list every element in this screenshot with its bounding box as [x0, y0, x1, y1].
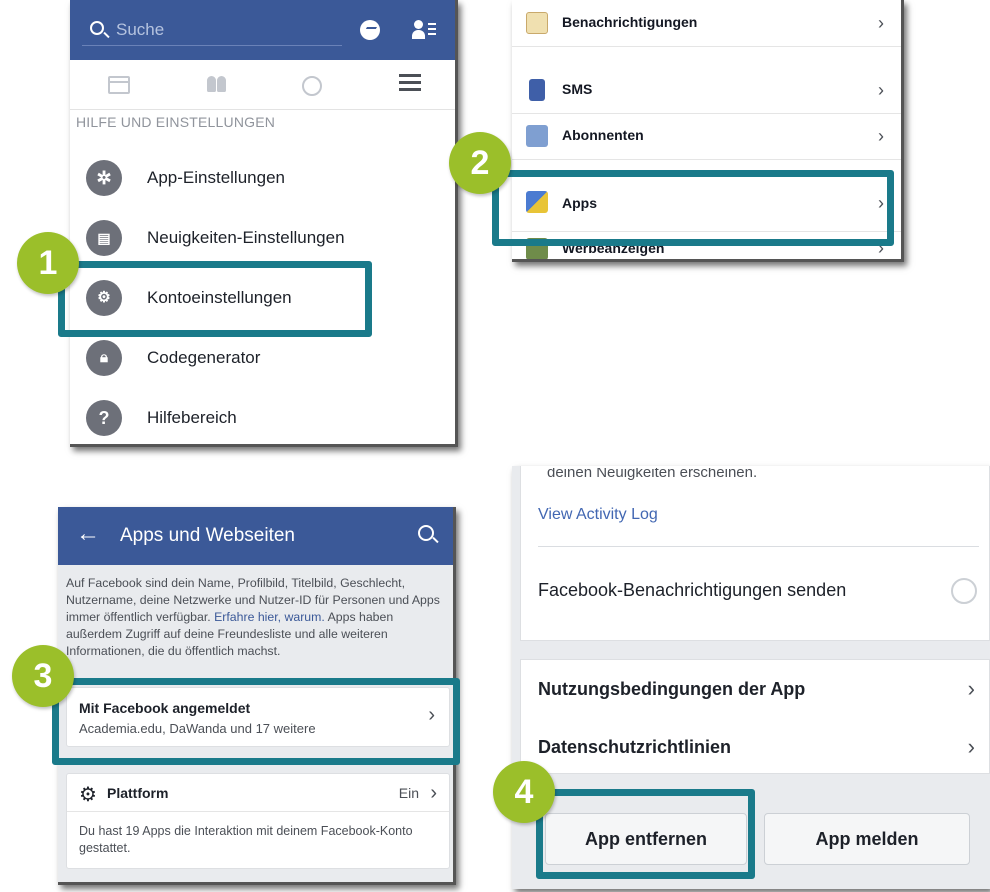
chevron-right-icon: ›: [878, 13, 884, 33]
gear-icon: ⚙: [79, 784, 97, 806]
search-placeholder: Suche: [116, 20, 165, 39]
menu-item-help[interactable]: ? Hilfebereich: [70, 388, 455, 444]
highlight-step-1: [58, 261, 372, 337]
menu-item-news-feed-settings[interactable]: ▤ Neuigkeiten-Einstellungen: [70, 208, 455, 268]
friends-icon: [205, 76, 227, 94]
menu-item-label: Neuigkeiten-Einstellungen: [147, 228, 345, 247]
chevron-right-icon: ›: [878, 126, 884, 146]
app-settings-card: deinen Neuigkeiten erscheinen. View Acti…: [520, 466, 990, 641]
step-badge-3: 3: [12, 645, 74, 707]
menu-item-label: Hilfebereich: [147, 408, 237, 427]
top-bar: ← Apps und Webseiten: [58, 507, 453, 565]
chevron-right-icon: ›: [430, 782, 437, 804]
row-title: Plattform: [107, 785, 169, 801]
notifications-toggle-label: Facebook-Benachrichtigungen senden: [538, 580, 847, 600]
settings-row-notifications[interactable]: Benachrichtigungen ›: [512, 0, 901, 47]
chevron-right-icon: ›: [878, 80, 884, 100]
section-title: HILFE UND EINSTELLUNGEN: [76, 114, 276, 130]
highlight-step-2: [492, 170, 894, 246]
tab-news-feed[interactable]: [70, 60, 167, 110]
platform-card: ⚙ Plattform Ein › Du hast 19 Apps die In…: [66, 773, 450, 869]
report-app-button[interactable]: App melden: [764, 813, 970, 865]
highlight-step-3: [52, 678, 460, 765]
info-text: Auf Facebook sind dein Name, Profilbild,…: [66, 575, 450, 660]
gear-icon: ✲: [86, 160, 122, 196]
friend-requests-icon[interactable]: [412, 20, 438, 40]
tab-bar: [70, 60, 455, 110]
menu-item-code-generator[interactable]: 🔒︎ Codegenerator: [70, 328, 455, 388]
settings-row-label: Benachrichtigungen: [562, 14, 698, 30]
step-badge-4: 4: [493, 761, 555, 823]
rss-icon: [526, 125, 548, 147]
settings-row-sms[interactable]: SMS ›: [512, 67, 901, 114]
tab-notifications[interactable]: [264, 60, 361, 110]
notification-icon: [526, 12, 548, 34]
settings-row-label: Abonnenten: [562, 127, 644, 143]
page-title: Apps und Webseiten: [120, 525, 295, 546]
platform-status: Ein: [398, 785, 419, 801]
settings-row-followers[interactable]: Abonnenten ›: [512, 113, 901, 160]
chevron-right-icon: ›: [967, 676, 975, 701]
terms-label: Nutzungsbedingungen der App: [538, 679, 806, 699]
menu-item-app-settings[interactable]: ✲ App-Einstellungen: [70, 148, 455, 208]
settings-row-label: SMS: [562, 81, 593, 97]
platform-description: Du hast 19 Apps die Interaktion mit dein…: [79, 824, 413, 855]
learn-why-link[interactable]: Erfahre hier, warum.: [214, 610, 325, 624]
step-badge-2: 2: [449, 132, 511, 194]
globe-icon: [302, 76, 322, 96]
search-icon: [90, 21, 104, 35]
search-icon[interactable]: [418, 525, 434, 541]
step-badge-1: 1: [17, 232, 79, 294]
news-feed-icon: ▤: [86, 220, 122, 256]
hamburger-menu-icon: [399, 74, 421, 92]
mobile-menu-panel: Suche HILFE UND EINSTELLUNGEN ✲ App-Eins…: [70, 0, 458, 447]
news-feed-icon: [108, 76, 130, 94]
menu-item-label: Codegenerator: [147, 348, 261, 367]
truncated-text: deinen Neuigkeiten erscheinen.: [547, 468, 758, 480]
tab-menu[interactable]: [361, 60, 455, 110]
back-arrow-icon[interactable]: ←: [76, 520, 100, 548]
highlight-step-4: [536, 789, 755, 879]
divider: [538, 546, 979, 547]
phone-icon: [529, 79, 545, 101]
notifications-radio[interactable]: [951, 578, 977, 604]
platform-row[interactable]: ⚙ Plattform Ein ›: [67, 774, 449, 812]
search-input[interactable]: Suche: [82, 14, 342, 46]
tab-friends[interactable]: [167, 60, 264, 110]
menu-item-label: App-Einstellungen: [147, 168, 285, 187]
privacy-label: Datenschutzrichtlinien: [538, 737, 732, 757]
view-activity-log-link[interactable]: View Activity Log: [538, 506, 658, 524]
help-icon: ?: [86, 400, 122, 436]
app-links-card: Nutzungsbedingungen der App › Datenschut…: [520, 659, 990, 774]
top-bar: Suche: [70, 0, 455, 60]
lock-icon: 🔒︎: [86, 340, 122, 376]
chevron-right-icon: ›: [967, 734, 975, 759]
messenger-icon[interactable]: [360, 20, 380, 40]
